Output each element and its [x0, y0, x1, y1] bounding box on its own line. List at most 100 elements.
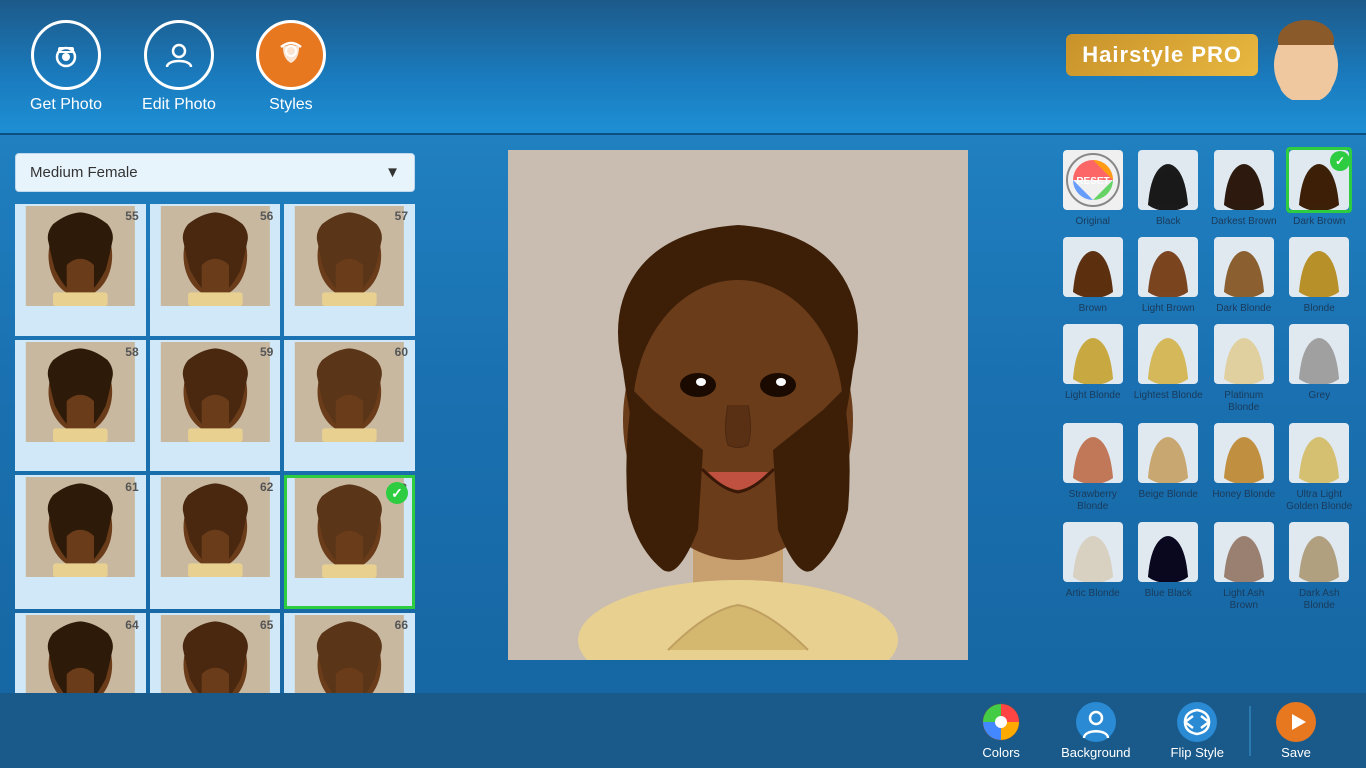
color-label-blue-black: Blue Black: [1145, 588, 1192, 600]
save-toolbar-label: Save: [1281, 745, 1311, 760]
colors-grid: RESET Original Black Darkest Brown ✓Dark…: [1058, 147, 1354, 612]
toolbar-flip-style[interactable]: Flip Style: [1151, 694, 1244, 768]
style-item-63[interactable]: 63✓: [284, 475, 415, 609]
color-item-artic-blonde[interactable]: Artic Blonde: [1058, 519, 1128, 612]
color-swatch-original: RESET: [1060, 147, 1126, 213]
style-num: 65: [260, 618, 273, 632]
colors-toolbar-label: Colors: [982, 745, 1020, 760]
toolbar-background[interactable]: Background: [1041, 694, 1150, 768]
color-swatch-dark-ash-blonde: [1286, 519, 1352, 585]
color-swatch-artic-blonde: [1060, 519, 1126, 585]
save-toolbar-icon: [1276, 702, 1316, 742]
flip-style-toolbar-icon: [1177, 702, 1217, 742]
color-item-blue-black[interactable]: Blue Black: [1134, 519, 1204, 612]
color-swatch-ultra-light-golden-blonde: [1286, 420, 1352, 486]
style-item-55[interactable]: 55: [15, 204, 146, 336]
colors-toolbar-icon: [981, 702, 1021, 742]
style-item-62[interactable]: 62: [150, 475, 281, 609]
style-num: 55: [125, 209, 138, 223]
style-item-60[interactable]: 60: [284, 340, 415, 472]
left-panel: Medium Female ▼ 55 56 57: [0, 135, 430, 768]
style-item-59[interactable]: 59: [150, 340, 281, 472]
center-panel: [430, 135, 1046, 768]
color-item-dark-ash-blonde[interactable]: Dark Ash Blonde: [1285, 519, 1355, 612]
color-swatch-dark-blonde: [1211, 234, 1277, 300]
color-item-strawberry-blonde[interactable]: Strawberry Blonde: [1058, 420, 1128, 513]
color-item-lightest-blonde[interactable]: Lightest Blonde: [1134, 321, 1204, 414]
style-item-58[interactable]: 58: [15, 340, 146, 472]
color-item-original[interactable]: RESET Original: [1058, 147, 1128, 228]
color-item-brown[interactable]: Brown: [1058, 234, 1128, 315]
color-label-light-brown: Light Brown: [1142, 303, 1195, 315]
color-item-honey-blonde[interactable]: Honey Blonde: [1209, 420, 1279, 513]
svg-text:RESET: RESET: [1076, 176, 1109, 187]
nav-item-edit-photo[interactable]: Edit Photo: [142, 20, 216, 114]
style-num: 57: [395, 209, 408, 223]
color-swatch-honey-blonde: [1211, 420, 1277, 486]
nav-item-get-photo[interactable]: Get Photo: [30, 20, 102, 114]
style-item-61[interactable]: 61: [15, 475, 146, 609]
get-photo-label: Get Photo: [30, 96, 102, 114]
color-item-ultra-light-golden-blonde[interactable]: Ultra Light Golden Blonde: [1285, 420, 1355, 513]
color-label-lightest-blonde: Lightest Blonde: [1134, 390, 1203, 402]
color-label-light-ash-brown: Light Ash Brown: [1209, 588, 1279, 612]
style-num: 56: [260, 209, 273, 223]
color-swatch-brown: [1060, 234, 1126, 300]
preview-container: [508, 150, 968, 660]
color-item-dark-blonde[interactable]: Dark Blonde: [1209, 234, 1279, 315]
main-content: Medium Female ▼ 55 56 57: [0, 135, 1366, 768]
flip-style-toolbar-label: Flip Style: [1171, 745, 1224, 760]
color-label-original: Original: [1076, 216, 1110, 228]
color-label-light-blonde: Light Blonde: [1065, 390, 1121, 402]
get-photo-icon: [31, 20, 101, 90]
color-swatch-light-blonde: [1060, 321, 1126, 387]
color-swatch-light-ash-brown: [1211, 519, 1277, 585]
color-item-light-blonde[interactable]: Light Blonde: [1058, 321, 1128, 414]
logo-area: Hairstyle PRO: [1066, 10, 1346, 100]
style-num: 61: [125, 480, 138, 494]
face-preview: [508, 150, 968, 660]
color-label-dark-ash-blonde: Dark Ash Blonde: [1285, 588, 1355, 612]
style-dropdown[interactable]: Medium Female ▼: [15, 153, 415, 192]
color-item-light-brown[interactable]: Light Brown: [1134, 234, 1204, 315]
color-item-blonde[interactable]: Blonde: [1285, 234, 1355, 315]
color-swatch-darkest-brown: [1211, 147, 1277, 213]
style-num: 64: [125, 618, 138, 632]
dropdown-arrow: ▼: [385, 164, 400, 181]
right-panel: RESET Original Black Darkest Brown ✓Dark…: [1046, 135, 1366, 768]
style-num: 66: [395, 618, 408, 632]
color-swatch-black: [1135, 147, 1201, 213]
color-label-honey-blonde: Honey Blonde: [1212, 489, 1275, 501]
color-item-black[interactable]: Black: [1134, 147, 1204, 228]
edit-photo-icon: [144, 20, 214, 90]
style-item-56[interactable]: 56: [150, 204, 281, 336]
color-item-platinum-blonde[interactable]: Platinum Blonde: [1209, 321, 1279, 414]
style-num: 59: [260, 345, 273, 359]
color-item-grey[interactable]: Grey: [1285, 321, 1355, 414]
header: Get Photo Edit Photo Styles: [0, 0, 1366, 135]
style-item-57[interactable]: 57: [284, 204, 415, 336]
toolbar-colors[interactable]: Colors: [961, 694, 1041, 768]
styles-label: Styles: [269, 96, 313, 114]
color-swatch-grey: [1286, 321, 1352, 387]
color-swatch-strawberry-blonde: [1060, 420, 1126, 486]
style-num: 62: [260, 480, 273, 494]
color-label-artic-blonde: Artic Blonde: [1066, 588, 1120, 600]
color-item-beige-blonde[interactable]: Beige Blonde: [1134, 420, 1204, 513]
dropdown-container: Medium Female ▼: [15, 153, 415, 192]
style-grid: 55 56 57 58 59: [15, 204, 415, 744]
color-swatch-dark-brown: ✓: [1286, 147, 1352, 213]
styles-icon: [256, 20, 326, 90]
nav-item-styles[interactable]: Styles: [256, 20, 326, 114]
color-label-blonde: Blonde: [1304, 303, 1335, 315]
bottom-bar: Colors Background Flip Style Sav: [0, 693, 1366, 768]
color-item-darkest-brown[interactable]: Darkest Brown: [1209, 147, 1279, 228]
color-label-dark-blonde: Dark Blonde: [1216, 303, 1271, 315]
check-badge: ✓: [386, 482, 408, 504]
edit-photo-label: Edit Photo: [142, 96, 216, 114]
toolbar-save[interactable]: Save: [1256, 694, 1336, 768]
color-label-brown: Brown: [1079, 303, 1107, 315]
color-item-dark-brown[interactable]: ✓Dark Brown: [1285, 147, 1355, 228]
color-label-grey: Grey: [1308, 390, 1330, 402]
color-item-light-ash-brown[interactable]: Light Ash Brown: [1209, 519, 1279, 612]
